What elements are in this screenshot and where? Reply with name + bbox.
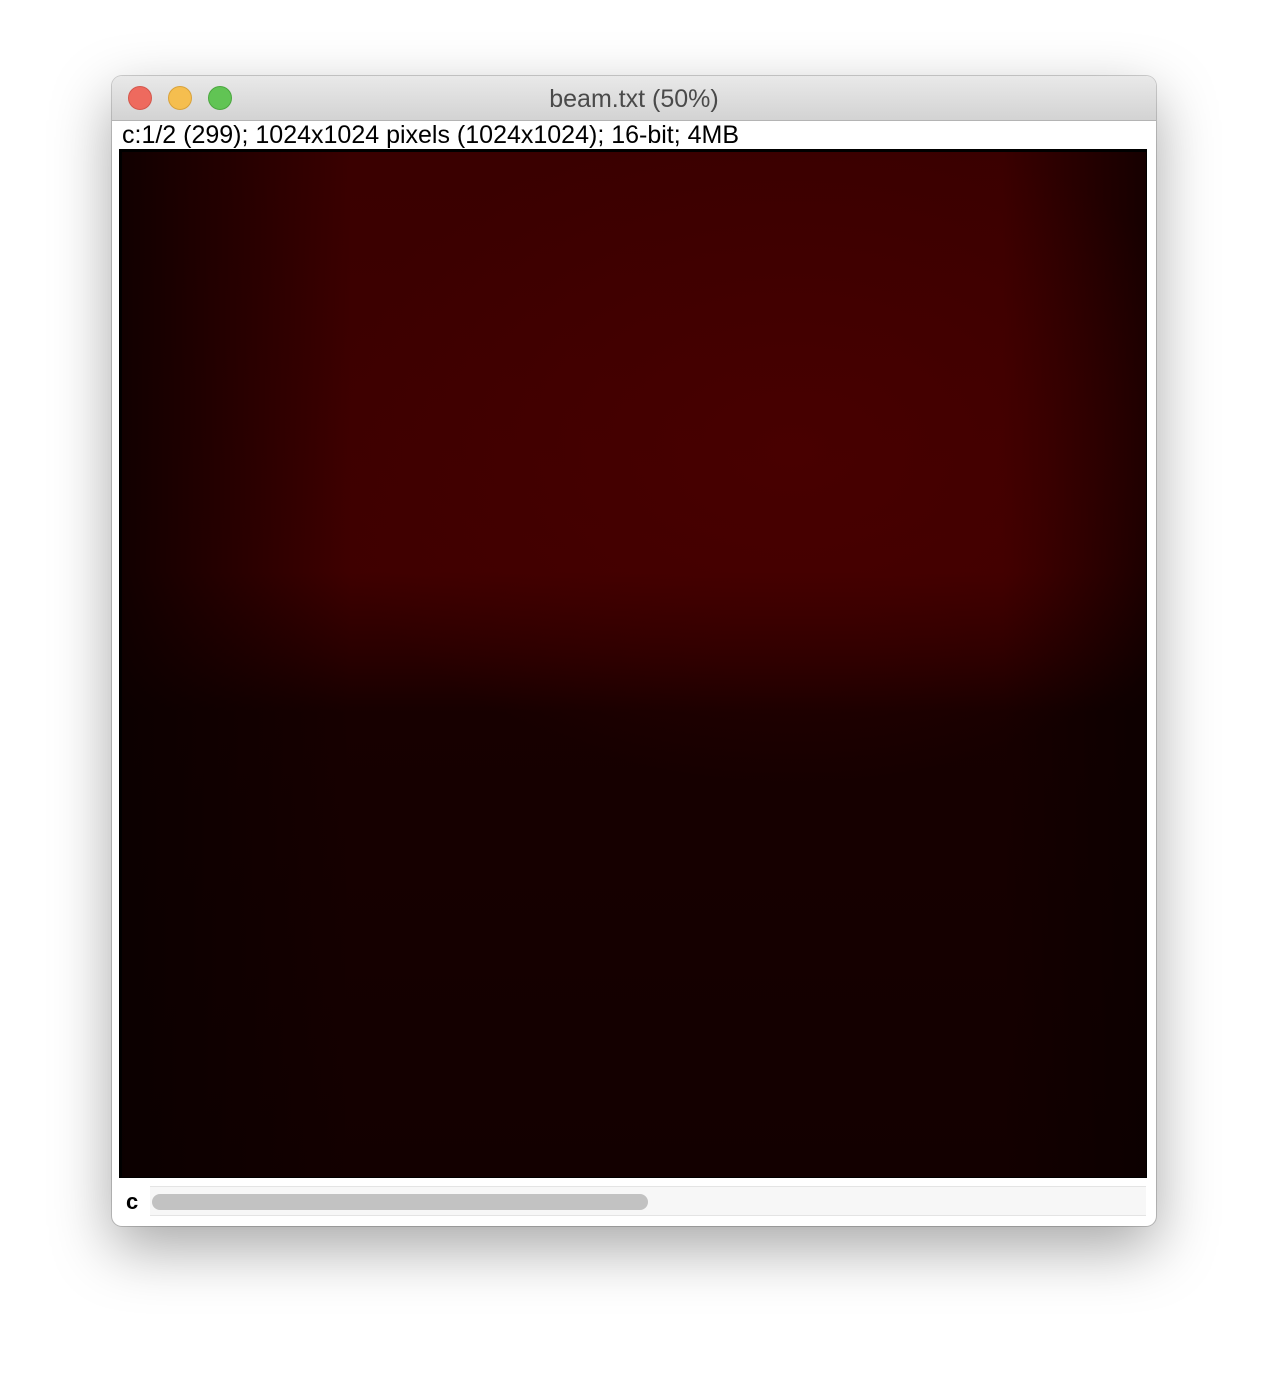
image-window: beam.txt (50%) c:1/2 (299); 1024x1024 pi… — [112, 76, 1156, 1226]
window-title: beam.txt (50%) — [549, 85, 719, 113]
channel-scrollbar[interactable] — [150, 1186, 1146, 1216]
title-bar[interactable]: beam.txt (50%) — [112, 76, 1156, 121]
image-info-text: c:1/2 (299); 1024x1024 pixels (1024x1024… — [122, 121, 740, 149]
channel-slider-row: c — [112, 1186, 1156, 1218]
image-canvas-frame[interactable] — [119, 149, 1147, 1178]
channel-scrollbar-thumb[interactable] — [152, 1194, 648, 1210]
image-canvas[interactable] — [122, 152, 1146, 1177]
channel-slider-label: c — [126, 1189, 139, 1214]
